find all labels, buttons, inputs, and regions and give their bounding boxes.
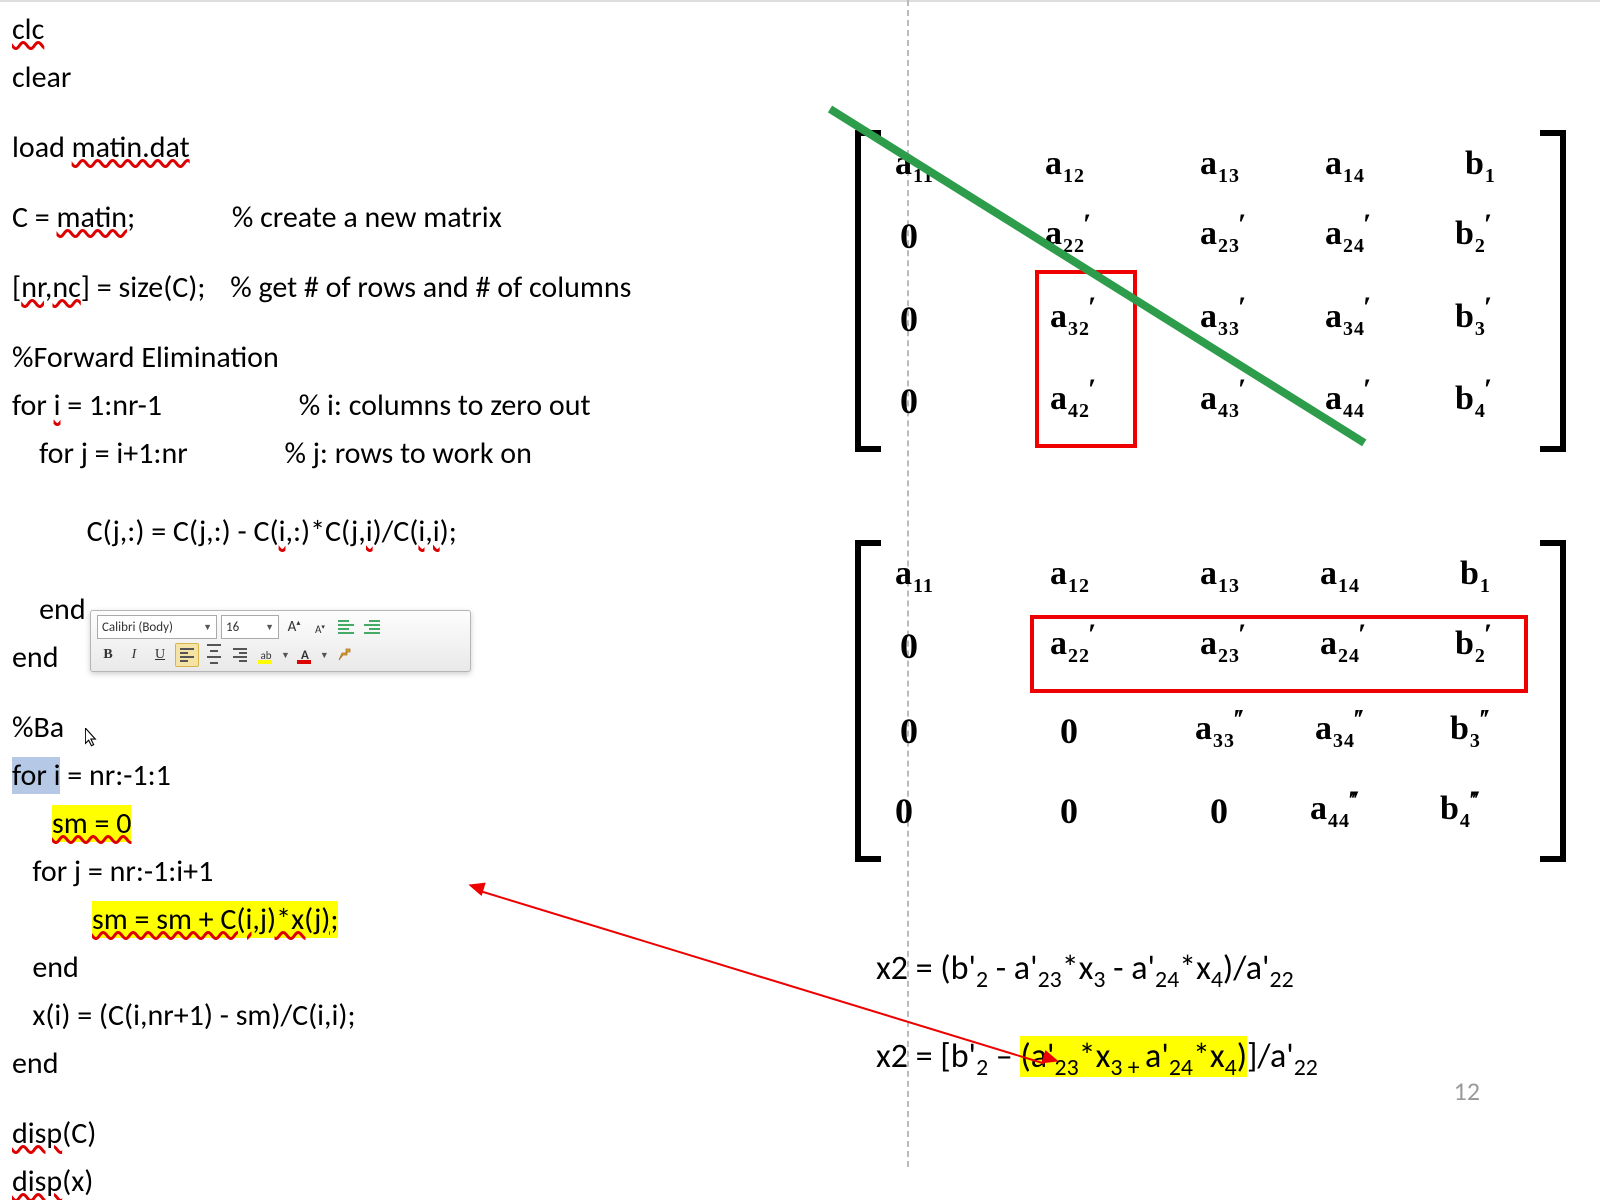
matrix-cell: b2′ (1455, 215, 1495, 258)
code-line: C = matin; % create a new matrix (12, 203, 631, 233)
code-line: end (12, 953, 631, 983)
highlight-button[interactable]: ab (255, 644, 277, 666)
matrix-cell: a23′ (1200, 215, 1249, 258)
matrix-cell: 0 (1210, 790, 1229, 832)
matrix-right-bracket (1540, 130, 1566, 452)
font-size-value: 16 (226, 620, 239, 635)
matrix-cell: 0 (895, 790, 914, 832)
code-line: clc (12, 15, 631, 45)
matrix-cell: 0 (900, 215, 919, 257)
matrix-cell: a11 (895, 555, 934, 598)
mini-format-toolbar[interactable]: Calibri (Body) ▼ 16 ▼ A▴ A▾ B I U ab ▼ A ▼ (90, 610, 471, 672)
code-line: for i = nr:-1:1 (12, 761, 631, 791)
highlight-rectangle (1035, 270, 1137, 448)
matrix-cell: a43′ (1200, 380, 1249, 423)
chevron-down-icon: ▼ (265, 622, 274, 633)
code-line: [nr,nc] = size(C); % get # of rows and #… (12, 273, 631, 303)
font-select[interactable]: Calibri (Body) ▼ (97, 615, 217, 639)
matrix-cell: b3′ (1455, 298, 1495, 341)
equation-line-1: x2 = (b'2 - a'23*x3 - a'24*x4)/a'22 (876, 948, 1294, 994)
matrix-cell: a13 (1200, 555, 1240, 598)
matrix-cell: a33′ (1200, 298, 1249, 341)
grow-font-button[interactable]: A▴ (283, 616, 305, 638)
code-line: %Ba (12, 713, 631, 743)
chevron-down-icon[interactable]: ▼ (281, 650, 290, 661)
format-painter-button[interactable] (333, 644, 355, 666)
matrix-cell: b3′′ (1450, 710, 1489, 753)
chevron-down-icon: ▼ (203, 622, 212, 633)
align-center-button[interactable] (203, 644, 225, 666)
matrix-cell: 0 (900, 298, 919, 340)
font-size-select[interactable]: 16 ▼ (221, 615, 279, 639)
shrink-font-button[interactable]: A▾ (309, 616, 331, 638)
code-line: x(i) = (C(i,nr+1) - sm)/C(i,i); (12, 1001, 631, 1031)
matrix-cell: a24′ (1325, 215, 1374, 258)
italic-button[interactable]: I (123, 644, 145, 666)
bold-button[interactable]: B (97, 644, 119, 666)
equation-line-2: x2 = [b'2 – (a'23*x3 + a'24*x4)]/a'22 (876, 1036, 1318, 1082)
code-block: clc clear load matin.dat C = matin; % cr… (12, 15, 631, 1197)
matrix-left-bracket (855, 540, 881, 862)
matrix-cell: 0 (900, 710, 919, 752)
matrix-cell: a14 (1320, 555, 1360, 598)
code-line: for j = i+1:nr % j: rows to work on (12, 439, 631, 469)
code-line: load matin.dat (12, 133, 631, 163)
code-line: sm = sm + C(i,j)*x(j); (92, 905, 631, 935)
matrix-cell: 0 (1060, 710, 1079, 752)
font-color-button[interactable]: A (294, 644, 316, 666)
matrix-cell: 0 (1060, 790, 1079, 832)
increase-indent-button[interactable] (361, 616, 383, 638)
align-right-button[interactable] (229, 644, 251, 666)
font-name: Calibri (Body) (102, 620, 173, 635)
matrix-cell: a44′′′ (1310, 790, 1357, 833)
matrix-cell: 0 (900, 625, 919, 667)
matrix-cell: a12 (1050, 555, 1090, 598)
code-line: disp(C) (12, 1119, 631, 1149)
matrix-cell: b1 (1465, 145, 1496, 188)
ruler (0, 0, 1600, 2)
matrix-cell: b4′′′ (1440, 790, 1478, 833)
code-line: %Forward Elimination (12, 343, 631, 373)
matrix-right-bracket (1540, 540, 1566, 862)
code-line: for j = nr:-1:i+1 (12, 857, 631, 887)
matrix-cell: a13 (1200, 145, 1240, 188)
align-left-button[interactable] (175, 643, 199, 667)
matrix-cell: a14 (1325, 145, 1365, 188)
matrix-cell: a44′ (1325, 380, 1374, 423)
code-line: end (12, 1049, 631, 1079)
code-line: sm = 0 (52, 809, 631, 839)
matrix-cell: b1 (1460, 555, 1491, 598)
matrix-cell: a33′′ (1195, 710, 1243, 753)
code-line: clear (12, 63, 631, 93)
decrease-indent-button[interactable] (335, 616, 357, 638)
matrix-cell: a12 (1045, 145, 1085, 188)
chevron-down-icon[interactable]: ▼ (320, 650, 329, 661)
code-line: for i = 1:nr-1 % i: columns to zero out (12, 391, 631, 421)
code-line: C(j,:) = C(j,:) - C(i,:)*C(j,i)/C(i,i); (12, 487, 631, 577)
mouse-cursor-icon (85, 728, 99, 748)
code-line: disp(x) (12, 1167, 631, 1197)
matrix-left-bracket (855, 130, 881, 452)
underline-button[interactable]: U (149, 644, 171, 666)
page-number: 12 (1454, 1075, 1480, 1107)
matrix-cell: b4′ (1455, 380, 1495, 423)
highlight-rectangle (1030, 615, 1528, 693)
matrix-cell: 0 (900, 380, 919, 422)
matrix-cell: a34′′ (1315, 710, 1363, 753)
matrix-cell: a34′ (1325, 298, 1374, 341)
